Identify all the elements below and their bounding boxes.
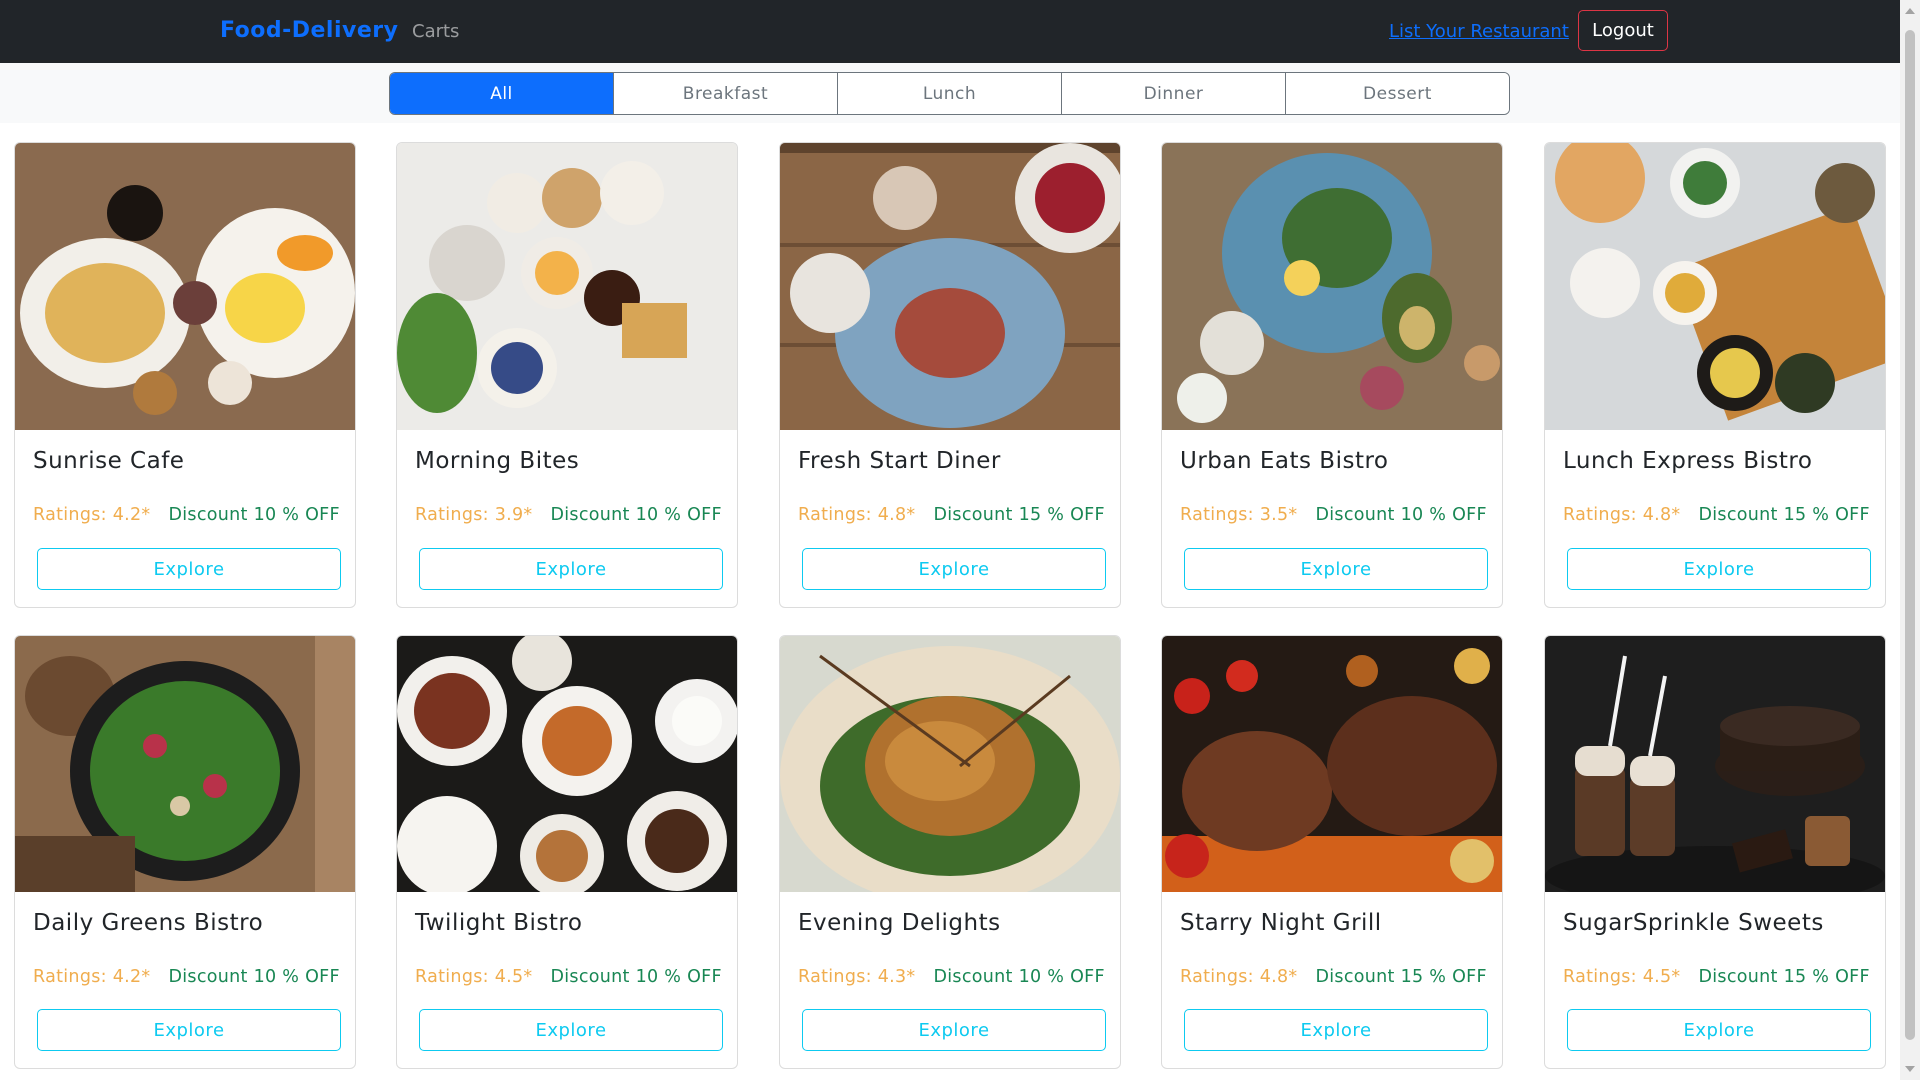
tab-all[interactable]: All (390, 73, 614, 114)
restaurant-name: Daily Greens Bistro (33, 910, 264, 936)
restaurant-card: Sunrise Cafe Ratings: 4.2* Discount 10 % … (14, 142, 356, 608)
restaurant-image (397, 143, 737, 430)
restaurant-image (1162, 636, 1502, 892)
discount-text: Discount 15 % OFF (933, 505, 1105, 525)
restaurant-name: Fresh Start Diner (798, 448, 1001, 474)
rating-text: Ratings: 3.9* (415, 505, 533, 525)
explore-button[interactable]: Explore (1184, 1009, 1488, 1051)
restaurant-meta: Ratings: 4.8* Discount 15 % OFF (798, 505, 1105, 525)
restaurant-image (780, 143, 1120, 430)
discount-text: Discount 10 % OFF (550, 505, 722, 525)
restaurant-image (15, 636, 355, 892)
page-scrollbar[interactable] (1900, 0, 1920, 1080)
restaurant-card: Starry Night Grill Ratings: 4.8* Discount… (1161, 635, 1503, 1069)
discount-text: Discount 10 % OFF (168, 967, 340, 987)
discount-text: Discount 15 % OFF (1698, 967, 1870, 987)
restaurant-meta: Ratings: 4.8* Discount 15 % OFF (1563, 505, 1870, 525)
restaurant-name: Twilight Bistro (415, 910, 583, 936)
explore-button[interactable]: Explore (419, 1009, 723, 1051)
restaurant-name: Starry Night Grill (1180, 910, 1382, 936)
restaurant-card: Evening Delights Ratings: 4.3* Discount 1… (779, 635, 1121, 1069)
explore-button[interactable]: Explore (419, 548, 723, 590)
explore-button[interactable]: Explore (37, 548, 341, 590)
scrollbar-thumb[interactable] (1905, 30, 1915, 1040)
top-navbar: Food-Delivery Carts List Your Restaurant… (0, 0, 1900, 63)
restaurant-card: Fresh Start Diner Ratings: 4.8* Discount … (779, 142, 1121, 608)
carts-link[interactable]: Carts (412, 21, 459, 42)
restaurant-meta: Ratings: 4.2* Discount 10 % OFF (33, 967, 340, 987)
explore-button[interactable]: Explore (802, 548, 1106, 590)
rating-text: Ratings: 4.8* (1563, 505, 1681, 525)
rating-text: Ratings: 4.2* (33, 505, 151, 525)
explore-button[interactable]: Explore (802, 1009, 1106, 1051)
rating-text: Ratings: 4.5* (415, 967, 533, 987)
restaurant-meta: Ratings: 4.3* Discount 10 % OFF (798, 967, 1105, 987)
restaurant-card: Morning Bites Ratings: 3.9* Discount 10 %… (396, 142, 738, 608)
restaurant-meta: Ratings: 4.5* Discount 10 % OFF (415, 967, 722, 987)
restaurant-image (397, 636, 737, 892)
list-restaurant-link[interactable]: List Your Restaurant (1389, 21, 1569, 42)
restaurant-meta: Ratings: 4.5* Discount 15 % OFF (1563, 967, 1870, 987)
discount-text: Discount 10 % OFF (933, 967, 1105, 987)
tab-dinner[interactable]: Dinner (1062, 73, 1286, 114)
restaurant-name: Morning Bites (415, 448, 580, 474)
restaurant-name: Urban Eats Bistro (1180, 448, 1389, 474)
restaurant-meta: Ratings: 3.9* Discount 10 % OFF (415, 505, 722, 525)
restaurant-name: SugarSprinkle Sweets (1563, 910, 1824, 936)
rating-text: Ratings: 3.5* (1180, 505, 1298, 525)
rating-text: Ratings: 4.5* (1563, 967, 1681, 987)
rating-text: Ratings: 4.2* (33, 967, 151, 987)
explore-button[interactable]: Explore (1567, 548, 1871, 590)
logout-button[interactable]: Logout (1578, 10, 1668, 51)
restaurant-name: Evening Delights (798, 910, 1001, 936)
explore-button[interactable]: Explore (37, 1009, 341, 1051)
restaurant-card: SugarSprinkle Sweets Ratings: 4.5* Discou… (1544, 635, 1886, 1069)
restaurant-image (1545, 636, 1885, 892)
restaurant-image (1545, 143, 1885, 430)
tab-dessert[interactable]: Dessert (1286, 73, 1509, 114)
scroll-up-arrow-icon[interactable] (1905, 8, 1915, 14)
brand-logo-link[interactable]: Food-Delivery (220, 18, 398, 43)
restaurant-card: Urban Eats Bistro Ratings: 3.5* Discount … (1161, 142, 1503, 608)
scroll-down-arrow-icon[interactable] (1905, 1066, 1915, 1072)
rating-text: Ratings: 4.8* (798, 505, 916, 525)
discount-text: Discount 10 % OFF (1315, 505, 1487, 525)
restaurant-name: Sunrise Cafe (33, 448, 185, 474)
discount-text: Discount 15 % OFF (1315, 967, 1487, 987)
rating-text: Ratings: 4.8* (1180, 967, 1298, 987)
restaurant-meta: Ratings: 4.8* Discount 15 % OFF (1180, 967, 1487, 987)
category-tab-group: All Breakfast Lunch Dinner Dessert (389, 72, 1510, 115)
restaurant-meta: Ratings: 3.5* Discount 10 % OFF (1180, 505, 1487, 525)
discount-text: Discount 15 % OFF (1698, 505, 1870, 525)
tab-breakfast[interactable]: Breakfast (614, 73, 838, 114)
restaurant-card: Daily Greens Bistro Ratings: 4.2* Discoun… (14, 635, 356, 1069)
rating-text: Ratings: 4.3* (798, 967, 916, 987)
restaurant-image (15, 143, 355, 430)
restaurant-image (780, 636, 1120, 892)
restaurant-card: Twilight Bistro Ratings: 4.5* Discount 10… (396, 635, 738, 1069)
tab-lunch[interactable]: Lunch (838, 73, 1062, 114)
restaurant-image (1162, 143, 1502, 430)
discount-text: Discount 10 % OFF (550, 967, 722, 987)
restaurant-meta: Ratings: 4.2* Discount 10 % OFF (33, 505, 340, 525)
explore-button[interactable]: Explore (1567, 1009, 1871, 1051)
restaurant-name: Lunch Express Bistro (1563, 448, 1813, 474)
discount-text: Discount 10 % OFF (168, 505, 340, 525)
restaurant-card: Lunch Express Bistro Ratings: 4.8* Discou… (1544, 142, 1886, 608)
explore-button[interactable]: Explore (1184, 548, 1488, 590)
